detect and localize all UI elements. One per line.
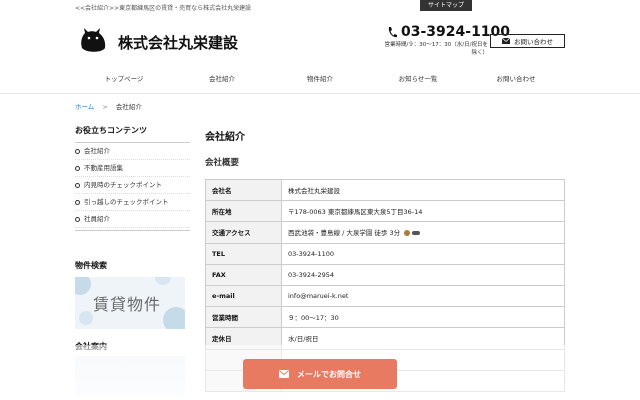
sidebar-divider — [75, 230, 190, 256]
table-row: 交通アクセス 西武池袋・豊島線 / 大泉学園 徒歩 3分 — [205, 221, 565, 244]
global-nav: トップページ 会社紹介 物件紹介 お知らせ一覧 お問い合わせ — [75, 70, 565, 88]
phone-icon — [388, 27, 397, 38]
contact-button-label: お問い合わせ — [514, 38, 553, 46]
bear-icon — [404, 230, 411, 237]
breadcrumb-separator: > — [102, 103, 108, 111]
sidebar-item-label: 社員紹介 — [84, 214, 110, 223]
row-key: FAX — [205, 263, 282, 286]
breadcrumb-current: 会社紹介 — [115, 103, 142, 111]
table-row: 会社名 株式会社丸栄建設 — [205, 178, 565, 202]
nav-item-company[interactable]: 会社紹介 — [173, 70, 271, 88]
sidebar-item-label: 引っ越しのチェックポイント — [84, 197, 169, 206]
business-hours: 営業時間/９：30〜17：30（水/日/祝日を除く） — [384, 42, 488, 56]
row-value-access: 西武池袋・豊島線 / 大泉学園 徒歩 3分 — [281, 221, 565, 244]
bullet-icon — [75, 148, 80, 154]
table-row: e-mail info@maruei-k.net — [205, 284, 565, 308]
envelope-icon — [279, 370, 289, 378]
nav-item-contact[interactable]: お問い合わせ — [467, 70, 565, 88]
sidebar-item-label: 会社紹介 — [84, 146, 110, 155]
row-key: 会社名 — [205, 178, 282, 202]
bullet-icon — [75, 165, 80, 171]
sidebar-item-glossary[interactable]: 不動産用語集 — [75, 160, 190, 177]
page-title: 会社紹介 — [205, 132, 245, 143]
sidebar-title: お役立ちコンテンツ — [75, 125, 190, 143]
company-name[interactable]: 株式会社丸栄建設 — [118, 32, 238, 53]
top-bar: <<会社紹介>>東京都練馬区の賃貸・売買なら株式会社丸栄建設 サイトマップ — [0, 0, 640, 12]
table-row: TEL 03-3924-1100 — [205, 242, 565, 265]
sidebar-item-staff[interactable]: 社員紹介 — [75, 211, 190, 228]
sidebar-item-label: 内見時のチェックポイント — [84, 180, 162, 189]
mail-contact-label: メールでお問合せ — [297, 369, 361, 379]
contact-button[interactable]: お問い合わせ — [490, 34, 565, 48]
car-icon — [412, 231, 421, 236]
row-value: 03-3924-2954 — [281, 263, 565, 286]
pomeranian-logo-icon[interactable] — [78, 26, 108, 56]
envelope-icon — [502, 38, 510, 44]
bullet-icon — [75, 182, 80, 188]
row-value[interactable]: info@maruei-k.net — [281, 284, 565, 308]
sitemap-link[interactable]: サイトマップ — [420, 0, 472, 11]
row-value[interactable]: 03-3924-1100 — [281, 242, 565, 265]
row-key: 営業時間 — [205, 306, 282, 329]
flower-decoration — [75, 277, 91, 295]
sidebar-item-company[interactable]: 会社紹介 — [75, 143, 190, 160]
bullet-icon — [75, 199, 80, 205]
sidebar-list: 会社紹介 不動産用語集 内見時のチェックポイント 引っ越しのチェックポイント 社… — [75, 143, 190, 228]
bullet-icon — [75, 216, 80, 222]
row-value: 〒178-0063 東京都練馬区東大泉5丁目36-14 — [281, 200, 565, 223]
access-text: 西武池袋・豊島線 / 大泉学園 徒歩 3分 — [288, 229, 401, 238]
row-key: TEL — [205, 242, 282, 265]
banner-text: 賃貸物件 — [93, 295, 162, 314]
nav-item-top[interactable]: トップページ — [75, 70, 173, 88]
nav-divider — [0, 93, 640, 94]
sidebar-item-viewing-checkpoints[interactable]: 内見時のチェックポイント — [75, 177, 190, 194]
flower-decoration — [163, 307, 185, 329]
property-search-title: 物件検索 — [75, 261, 107, 270]
flower-decoration — [155, 277, 171, 285]
nav-item-news[interactable]: お知らせ一覧 — [369, 70, 467, 88]
nav-item-properties[interactable]: 物件紹介 — [271, 70, 369, 88]
row-value: 株式会社丸栄建設 — [281, 178, 565, 202]
row-key: 交通アクセス — [205, 221, 282, 244]
table-row: 所在地 〒178-0063 東京都練馬区東大泉5丁目36-14 — [205, 200, 565, 223]
row-key: e-mail — [205, 284, 282, 308]
table-row: 営業時間 ９：00〜17：30 — [205, 306, 565, 329]
row-value: ９：00〜17：30 — [281, 306, 565, 329]
rental-banner[interactable]: 賃貸物件 — [75, 277, 185, 329]
section-title: 会社概要 — [205, 158, 240, 168]
row-key: 所在地 — [205, 200, 282, 223]
flower-decoration — [79, 311, 93, 325]
breadcrumb: ホーム > 会社紹介 — [75, 101, 142, 111]
table-row: FAX 03-3924-2954 — [205, 263, 565, 286]
sidebar-item-moving-checkpoints[interactable]: 引っ越しのチェックポイント — [75, 194, 190, 211]
site-tagline: <<会社紹介>>東京都練馬区の賃貸・売買なら株式会社丸栄建設 — [75, 5, 252, 12]
breadcrumb-home[interactable]: ホーム — [75, 103, 94, 111]
sidebar-item-label: 不動産用語集 — [84, 163, 123, 172]
mail-contact-button[interactable]: メールでお問合せ — [243, 359, 397, 389]
